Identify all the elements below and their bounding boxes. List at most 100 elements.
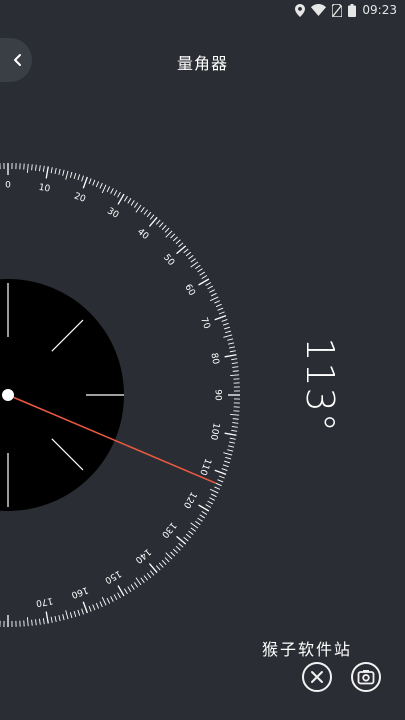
close-button[interactable] [302,662,332,692]
scale-tick [143,575,148,581]
scale-tick [207,500,214,505]
scale-tick [101,596,107,606]
scale-tick [88,178,92,185]
scale-tick [158,562,164,568]
scale-tick [223,334,233,338]
scale-tick [227,449,234,452]
scale-tick [201,275,208,279]
scale-tick [217,479,224,483]
scale-tick [199,514,205,519]
scale-tick [164,557,170,563]
scale-tick [31,164,33,171]
scale-label: 110 [197,457,212,477]
scale-tick [214,469,227,475]
scale-tick [170,551,176,557]
scale-tick [88,605,92,612]
scale-tick [205,504,212,508]
scale-tick [140,207,145,213]
scale-tick [77,174,81,181]
scale-tick [224,354,237,358]
scale-tick [214,315,227,321]
scale-tick [210,493,217,498]
angle-readout: 113° [280,330,360,440]
scale-tick [183,536,189,542]
scale-tick [231,429,238,432]
scale-tick [228,441,236,444]
scale-tick [26,617,29,627]
scale-tick [95,602,100,609]
scale-tick [229,437,236,440]
scale-tick [146,211,152,218]
scale-tick [62,614,65,621]
scale-tick [209,488,219,494]
scale-tick [130,584,135,590]
scale-tick [140,577,145,583]
scale-tick [218,311,225,315]
scale-tick [42,165,45,172]
scale-tick [222,464,229,468]
scale-tick [175,239,181,245]
scale-tick [134,202,139,208]
scale-tick [99,601,103,608]
scale-tick [214,486,221,490]
scale-label: 60 [182,283,197,298]
scale-tick [155,565,161,571]
close-icon [311,671,323,683]
scale-tick [31,619,33,626]
scale-tick [221,468,228,471]
scale-tick [124,195,128,202]
scale-tick [35,164,37,171]
scale-tick [135,204,142,213]
scale-tick [54,615,57,623]
scale-tick [124,588,128,595]
scale-tick [214,300,221,304]
scale-tick [215,303,222,308]
scale-tick [232,422,239,424]
scale-label: 120 [181,490,198,510]
scale-label: 0 [5,181,11,191]
scale-label: 170 [35,595,54,608]
scale-tick [205,282,212,286]
scale-tick [197,268,203,273]
scale-tick [65,170,69,180]
scale-tick [197,517,203,522]
scale-tick [172,548,178,554]
scale-tick [190,258,196,263]
scale-tick [231,358,238,361]
scale-tick [82,601,88,614]
scale-tick [58,168,61,175]
scale-tick [209,289,215,293]
scale-tick [195,521,201,526]
scale-tick [45,166,49,179]
scale-tick [149,570,155,576]
scale-label: 40 [135,227,150,242]
scale-tick [232,418,239,420]
scale-tick [143,209,148,215]
scale-tick [117,191,121,198]
scale-label: 70 [198,316,211,330]
scale-tick [92,179,96,186]
scale-tick [217,307,224,311]
scale-tick [127,198,132,204]
scale-tick [223,326,230,330]
scale-tick [101,184,107,194]
scale-tick [42,618,45,625]
scale-tick [161,559,167,565]
scale-label: 100 [208,422,221,441]
scale-tick [110,596,114,602]
scale-tick [134,582,139,588]
camera-switch-button[interactable] [351,662,381,692]
scale-tick [223,452,233,456]
scale-tick [77,609,81,616]
scale-tick [65,610,69,620]
scale-tick [82,176,88,189]
scale-tick [110,188,114,194]
camera-switch-icon [357,670,375,685]
scale-tick [199,271,205,276]
scale-label: 20 [73,191,87,204]
scale-tick [209,497,215,501]
scale-tick [190,522,199,529]
scale-tick [92,604,96,611]
protractor-dial [0,279,124,511]
scale-tick [35,619,37,626]
